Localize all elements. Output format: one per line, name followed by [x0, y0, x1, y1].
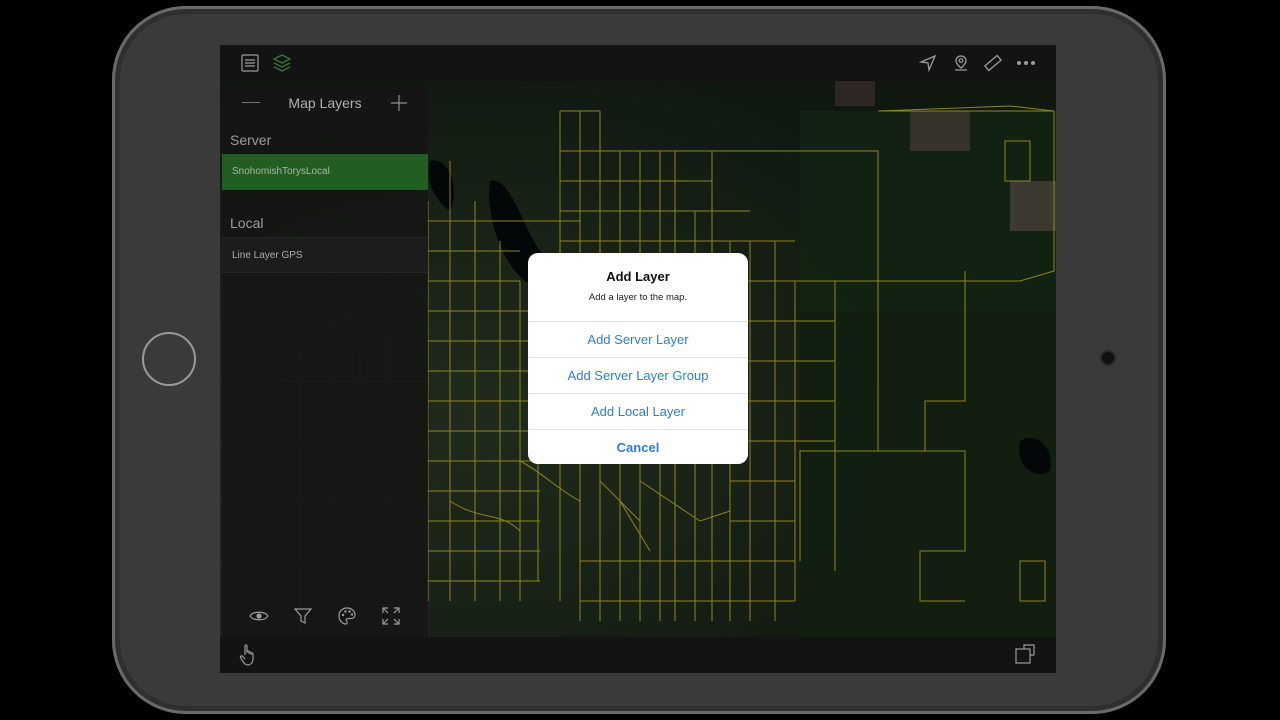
add-local-layer-button[interactable]: Add Local Layer [528, 393, 748, 429]
camera [1102, 352, 1114, 364]
add-server-layer-button[interactable]: Add Server Layer [528, 321, 748, 357]
app-screen: Map Layers Server SnohomishTorysLocal Lo… [220, 45, 1056, 673]
add-layer-dialog: Add Layer Add a layer to the map. Add Se… [528, 253, 748, 464]
dialog-title: Add Layer [606, 269, 670, 284]
cancel-button[interactable]: Cancel [528, 429, 748, 464]
add-server-layer-group-button[interactable]: Add Server Layer Group [528, 357, 748, 393]
home-button[interactable] [142, 332, 196, 386]
dialog-message: Add a layer to the map. [588, 292, 688, 303]
